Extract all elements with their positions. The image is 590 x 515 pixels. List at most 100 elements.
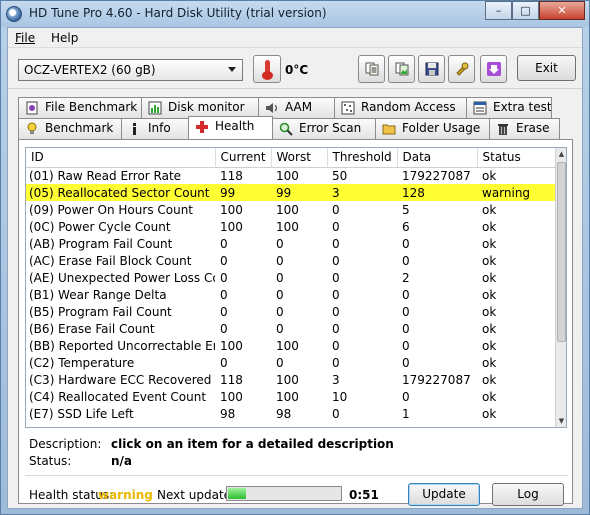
cell-worst: 0: [276, 253, 284, 268]
exit-button[interactable]: Exit: [517, 55, 576, 81]
table-row[interactable]: (B1) Wear Range Delta 0 0 0 0 ok: [26, 286, 557, 303]
menu-help[interactable]: Help: [51, 31, 78, 45]
column-header-current[interactable]: Current: [215, 148, 272, 168]
cell-data: 0: [402, 338, 410, 353]
table-row[interactable]: (05) Reallocated Sector Count 99 99 3 128 war…: [26, 184, 557, 201]
cell-current: 0: [220, 236, 228, 251]
drive-select[interactable]: OCZ-VERTEX2 (60 gB): [18, 59, 243, 81]
scroll-thumb[interactable]: [557, 162, 566, 342]
cell-data: 179227087: [402, 168, 471, 183]
table-row[interactable]: (AB) Program Fail Count 0 0 0 0 ok: [26, 235, 557, 252]
download-button[interactable]: [480, 55, 507, 83]
menu-help-label: Help: [51, 31, 79, 45]
tab-disk-monitor[interactable]: Disk monitor: [141, 97, 259, 118]
description-value: click on an item for a detailed descript…: [111, 437, 394, 451]
update-button[interactable]: Update: [408, 483, 480, 506]
tab-file-benchmark-label: File Benchmark: [45, 100, 138, 114]
title-bar[interactable]: HD Tune Pro 4.60 - Hard Disk Utility (tr…: [1, 1, 589, 27]
minimize-button[interactable]: –: [485, 1, 512, 20]
disk-monitor-icon: [148, 101, 162, 115]
table-row[interactable]: (AC) Erase Fail Block Count 0 0 0 0 ok: [26, 252, 557, 269]
column-header-data[interactable]: Data: [397, 148, 478, 168]
cell-worst: 0: [276, 236, 284, 251]
cell-threshold: 50: [332, 168, 348, 183]
options-button[interactable]: [448, 55, 475, 83]
smart-table[interactable]: ID Current Worst Threshold Data Status (…: [25, 147, 567, 428]
log-button[interactable]: Log: [492, 483, 564, 506]
tab-aam[interactable]: AAM: [258, 97, 335, 118]
cell-worst: 98: [276, 406, 292, 421]
cell-status: ok: [482, 270, 497, 285]
cell-current: 0: [220, 304, 228, 319]
cell-current: 99: [215, 184, 271, 201]
table-row[interactable]: (C2) Temperature 0 0 0 0 ok: [26, 354, 557, 371]
table-row[interactable]: (B6) Erase Fail Count 0 0 0 0 ok: [26, 320, 557, 337]
trash-icon: [498, 124, 508, 135]
table-row[interactable]: (09) Power On Hours Count 100 100 0 5 ok: [26, 201, 557, 218]
cell-worst: 100: [276, 202, 299, 217]
chevron-down-icon: [228, 67, 236, 72]
cell-threshold: 0: [332, 406, 340, 421]
table-row[interactable]: (01) Raw Read Error Rate 118 100 50 17922708…: [26, 167, 557, 184]
table-row[interactable]: (BB) Reported Uncorrectable Errors 100 100…: [26, 337, 557, 354]
column-header-threshold[interactable]: Threshold: [327, 148, 398, 168]
maximize-button[interactable]: □: [512, 1, 539, 20]
cell-data: 1: [402, 406, 410, 421]
cell-threshold: 0: [332, 219, 340, 234]
tab-health[interactable]: Health: [188, 116, 273, 139]
cell-id: (B6) Erase Fail Count: [29, 321, 155, 336]
tab-file-benchmark[interactable]: File Benchmark: [18, 97, 142, 118]
cell-data: 179227087: [402, 372, 471, 387]
tab-folder-usage[interactable]: Folder Usage: [375, 118, 490, 139]
temperature-button[interactable]: [253, 55, 281, 83]
column-header-status[interactable]: Status: [477, 148, 558, 168]
cell-current: 0: [220, 287, 228, 302]
close-button[interactable]: ✕: [539, 1, 585, 20]
vertical-scrollbar[interactable]: ▲ ▼: [555, 148, 566, 427]
cell-current: 100: [220, 338, 243, 353]
smart-attributes-table: ID Current Worst Threshold Data Status (…: [26, 148, 558, 422]
cell-current: 118: [220, 372, 243, 387]
tab-erase[interactable]: Erase: [489, 118, 560, 139]
app-window: HD Tune Pro 4.60 - Hard Disk Utility (tr…: [0, 0, 590, 515]
tab-benchmark[interactable]: Benchmark: [18, 118, 122, 139]
tab-erase-label: Erase: [516, 121, 550, 135]
tab-random-access[interactable]: Random Access: [334, 97, 467, 118]
table-row[interactable]: (0C) Power Cycle Count 100 100 0 6 ok: [26, 218, 557, 235]
cell-threshold: 3: [332, 372, 340, 387]
tab-benchmark-label: Benchmark: [45, 121, 114, 135]
column-header-id[interactable]: ID: [26, 148, 216, 168]
copy-image-button[interactable]: [388, 55, 415, 83]
table-row[interactable]: (C4) Reallocated Event Count 100 100 10 0 ok: [26, 388, 557, 405]
table-row[interactable]: (AE) Unexpected Power Loss Count 0 0 0 2 ok: [26, 269, 557, 286]
tab-extra-tests[interactable]: Extra tests: [466, 97, 552, 118]
cell-threshold: 0: [332, 355, 340, 370]
cell-worst: 100: [276, 168, 299, 183]
cell-data: 0: [402, 389, 410, 404]
copy-text-icon: [365, 62, 379, 76]
cell-current: 100: [220, 202, 243, 217]
scroll-up-icon[interactable]: ▲: [557, 149, 566, 159]
cell-status: ok: [482, 321, 497, 336]
menu-file[interactable]: File: [15, 31, 35, 45]
tab-error-scan[interactable]: Error Scan: [272, 118, 376, 139]
tab-info[interactable]: Info: [121, 118, 189, 139]
cell-status: ok: [482, 406, 497, 421]
table-row[interactable]: (C3) Hardware ECC Recovered 118 100 3 179227…: [26, 371, 557, 388]
cell-id: (09) Power On Hours Count: [29, 202, 194, 217]
scroll-down-icon[interactable]: ▼: [557, 416, 566, 426]
tab-health-label: Health: [215, 119, 255, 133]
table-row[interactable]: (B5) Program Fail Count 0 0 0 0 ok: [26, 303, 557, 320]
tab-row-bottom: Benchmark Info Health Error Scan Folder …: [18, 116, 560, 139]
save-button[interactable]: [418, 55, 445, 83]
column-header-worst[interactable]: Worst: [271, 148, 328, 168]
cell-worst: 0: [276, 287, 284, 302]
cell-id: (AB) Program Fail Count: [29, 236, 173, 251]
table-row[interactable]: (E7) SSD Life Left 98 98 0 1 ok: [26, 405, 557, 422]
cell-current: 0: [220, 321, 228, 336]
cell-id: (AC) Erase Fail Block Count: [29, 253, 192, 268]
cell-threshold: 3: [327, 184, 397, 201]
next-update-label: Next update:: [157, 488, 236, 502]
copy-text-button[interactable]: [358, 55, 385, 83]
options-icon: [456, 62, 469, 76]
